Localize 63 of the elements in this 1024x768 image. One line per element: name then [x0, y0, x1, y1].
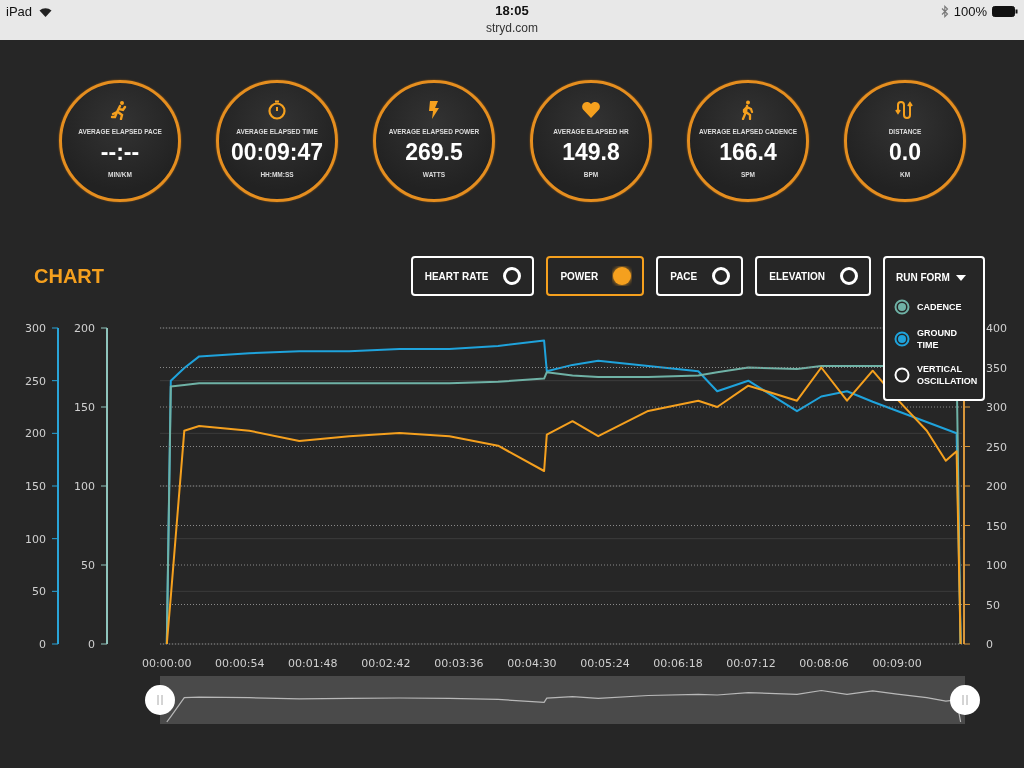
axis-label: 00:07:12 [726, 657, 776, 670]
axis-label: 50 [81, 559, 95, 572]
axis-label: 0 [986, 638, 993, 651]
stat-value: 269.5 [405, 139, 463, 166]
axis-label: 250 [986, 440, 1007, 454]
run-form-button[interactable]: RUN FORM [885, 258, 966, 293]
axis-label: 50 [986, 598, 1000, 612]
axis-label: 00:06:18 [653, 657, 703, 670]
heart-icon [581, 100, 601, 120]
stat-value: --:-- [100, 139, 140, 166]
axis-label: 50 [32, 585, 46, 599]
axis-label: 00:01:48 [288, 657, 338, 670]
axis-label: 00:00:00 [142, 657, 192, 670]
bluetooth-icon [940, 5, 949, 18]
clock-time: 18:05 [495, 3, 529, 18]
axis-label: 00:08:06 [799, 657, 849, 670]
axis-label: 150 [25, 480, 46, 493]
axis-label: 100 [25, 532, 46, 546]
toggle-button[interactable]: ELEVATION [755, 256, 871, 296]
axis-label: 0 [88, 638, 95, 651]
toggle-button[interactable]: POWER [546, 256, 645, 296]
stat-value: 166.4 [719, 139, 777, 166]
axis-label: 100 [74, 480, 95, 493]
axis-label: 00:09:00 [872, 657, 922, 670]
axis-label: 0 [39, 638, 46, 651]
chart-title: CHART [34, 264, 104, 288]
axis-label: 300 [986, 401, 1007, 414]
radio-icon [502, 266, 523, 286]
axis-label: 350 [986, 361, 1007, 375]
battery-percent: 100% [953, 4, 987, 19]
stat-value: 00:09:47 [230, 139, 324, 166]
stat-value: 0.0 [889, 139, 921, 166]
toggle-button[interactable]: HEART RATE [410, 256, 535, 296]
radio-icon [839, 266, 859, 286]
route-arrows-icon [895, 100, 915, 120]
wifi-icon [39, 6, 53, 17]
axis-label: 00:04:30 [507, 657, 557, 670]
toggle-button[interactable]: PACE [656, 256, 744, 296]
axis-label: 150 [74, 401, 95, 414]
axis-label: 200 [25, 427, 46, 441]
menu-option[interactable]: GROUND TIME [885, 321, 983, 357]
axis-label: 00:00:54 [215, 657, 265, 670]
axis-label: 00:02:42 [361, 657, 411, 670]
axis-label: 00:05:24 [580, 657, 630, 670]
axis-label: 250 [25, 374, 46, 388]
axis-label: 200 [74, 322, 95, 335]
stopwatch-icon [267, 100, 287, 120]
menu-option[interactable]: CADENCE [885, 293, 983, 321]
axis-label: 100 [986, 559, 1007, 572]
axis-label: 200 [986, 480, 1007, 493]
axis-label: 150 [986, 519, 1007, 533]
device-name: iPad [6, 4, 33, 19]
stat-value: 149.8 [562, 139, 620, 166]
axis-label: 400 [986, 322, 1007, 335]
page-url: stryd.com [486, 21, 538, 35]
menu-option[interactable]: VERTICAL OSCILLATION [885, 357, 983, 393]
caret-icon [955, 274, 966, 281]
axis-label: 00:03:36 [434, 657, 484, 670]
range-handle[interactable] [950, 685, 980, 715]
battery-icon [992, 6, 1018, 17]
axis-label: 300 [25, 322, 46, 335]
radio-icon [711, 266, 732, 286]
range-handle[interactable] [145, 685, 175, 715]
